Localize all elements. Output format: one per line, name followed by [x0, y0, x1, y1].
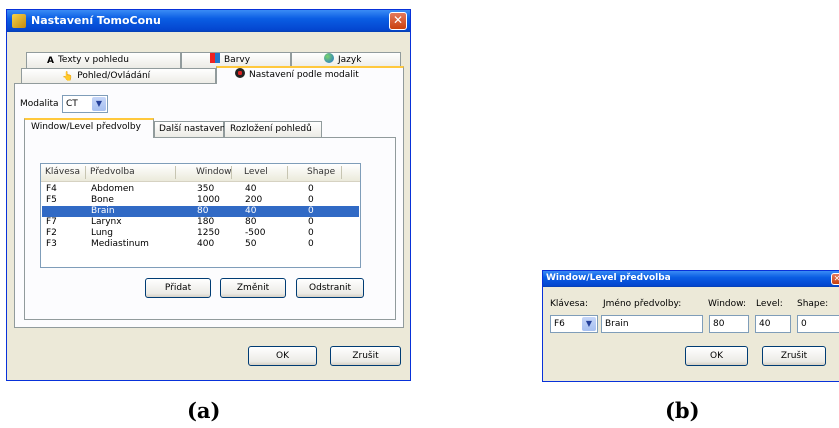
key-select[interactable]: F6 ▼: [550, 315, 598, 333]
column-header-key[interactable]: Klávesa: [45, 167, 80, 177]
chevron-down-icon: ▼: [582, 317, 596, 331]
cell-preset: Brain: [91, 206, 115, 216]
cancel-button[interactable]: Zrušit: [762, 346, 826, 366]
cell-level: 80: [245, 217, 257, 227]
table-row[interactable]: F5 Bone 1000 200 0: [42, 195, 359, 206]
preset-name-label: Jméno předvolby:: [603, 299, 682, 309]
cell-key: F4: [46, 184, 57, 194]
title-bar: Nastavení TomoConu ✕: [7, 10, 410, 32]
ok-button[interactable]: OK: [685, 346, 748, 366]
subtab-wl-presets[interactable]: Window/Level předvolby: [24, 118, 154, 138]
font-icon: A: [47, 56, 54, 66]
cell-window: 400: [197, 239, 215, 249]
cell-key: F7: [46, 217, 57, 227]
level-label: Level:: [756, 299, 783, 309]
cell-key: F3: [46, 239, 57, 249]
hand-icon: 👆: [62, 72, 74, 82]
tab-texts[interactable]: A Texty v pohledu: [26, 52, 181, 68]
cell-preset: Abdomen: [91, 184, 135, 194]
cell-level: 50: [245, 239, 257, 249]
close-icon: ✕: [392, 13, 404, 27]
tab-label: Rozložení pohledů: [230, 124, 312, 134]
cell-shape: 0: [308, 195, 314, 205]
ok-button[interactable]: OK: [248, 346, 317, 366]
cell-level: 200: [245, 195, 263, 205]
cell-shape: 0: [308, 228, 314, 238]
table-row[interactable]: F2 Lung 1250 -500 0: [42, 228, 359, 239]
tab-label: Jazyk: [338, 55, 362, 65]
tab-label: Pohled/Ovládání: [77, 71, 151, 81]
key-label: Klávesa:: [550, 299, 589, 309]
globe-icon: [324, 53, 334, 63]
close-button[interactable]: ✕: [389, 12, 407, 30]
cell-key: F5: [46, 195, 57, 205]
modality-icon: [235, 68, 245, 78]
window-label: Window:: [708, 299, 747, 309]
tab-panel: Modalita CT ▼ Window/Level předvolby Dal…: [14, 83, 404, 328]
subtab-panel: Klávesa Předvolba Window Level Shape F4 A…: [24, 137, 396, 320]
column-header-level[interactable]: Level: [244, 167, 268, 177]
cell-shape: 0: [308, 206, 314, 216]
cell-preset: Mediastinum: [91, 239, 149, 249]
modality-label: Modalita: [20, 99, 59, 109]
add-button[interactable]: Přidat: [145, 278, 211, 298]
caption-b: (b): [665, 398, 700, 423]
column-header-shape[interactable]: Shape: [307, 167, 335, 177]
settings-window: Nastavení TomoConu ✕ A Texty v pohledu Ba…: [6, 9, 411, 381]
tab-label: Nastavení podle modalit: [249, 70, 359, 80]
dialog-title: Window/Level předvolba: [546, 273, 671, 283]
tab-label: Barvy: [224, 55, 251, 65]
tab-view-control[interactable]: 👆 Pohled/Ovládání: [21, 68, 216, 84]
preset-name-field[interactable]: Brain: [601, 315, 703, 333]
change-button[interactable]: Změnit: [220, 278, 286, 298]
modality-value: CT: [66, 99, 78, 109]
presets-list[interactable]: Klávesa Předvolba Window Level Shape F4 A…: [40, 163, 361, 268]
palette-icon: [210, 53, 220, 63]
cell-preset: Larynx: [91, 217, 122, 227]
tab-label: Další nastavení: [159, 124, 229, 134]
close-icon: ✕: [833, 274, 839, 283]
table-row[interactable]: F7 Larynx 180 80 0: [42, 217, 359, 228]
cell-window: 80: [197, 206, 209, 216]
cell-level: -500: [245, 228, 266, 238]
tab-label: Texty v pohledu: [57, 55, 129, 65]
cell-window: 1000: [197, 195, 220, 205]
chevron-down-icon: ▼: [92, 97, 106, 111]
cell-level: 40: [245, 184, 257, 194]
modality-select[interactable]: CT ▼: [62, 95, 108, 113]
caption-a: (a): [187, 398, 221, 423]
shape-field[interactable]: 0: [797, 315, 839, 333]
subtab-other-settings[interactable]: Další nastavení: [154, 121, 228, 137]
cell-preset: Bone: [91, 195, 114, 205]
cell-window: 350: [197, 184, 215, 194]
column-header-window[interactable]: Window: [196, 167, 232, 177]
close-button[interactable]: ✕: [831, 273, 839, 285]
cell-preset: Lung: [91, 228, 113, 238]
key-value: F6: [554, 319, 565, 329]
tab-label: Window/Level předvolby: [31, 122, 141, 132]
cell-shape: 0: [308, 239, 314, 249]
tab-modality-settings[interactable]: Nastavení podle modalit: [216, 66, 404, 84]
cancel-button[interactable]: Zrušit: [330, 346, 401, 366]
window-field[interactable]: 80: [709, 315, 749, 333]
cell-level: 40: [245, 206, 257, 216]
cell-window: 1250: [197, 228, 220, 238]
table-row[interactable]: Brain 80 40 0: [42, 206, 359, 217]
column-header-preset[interactable]: Předvolba: [90, 167, 135, 177]
list-header: Klávesa Předvolba Window Level Shape: [41, 164, 360, 182]
cell-shape: 0: [308, 217, 314, 227]
table-row[interactable]: F3 Mediastinum 400 50 0: [42, 239, 359, 250]
shape-label: Shape:: [797, 299, 829, 309]
app-icon: [12, 14, 26, 28]
cell-window: 180: [197, 217, 215, 227]
table-row[interactable]: F4 Abdomen 350 40 0: [42, 184, 359, 195]
cell-key: F2: [46, 228, 57, 238]
level-field[interactable]: 40: [755, 315, 791, 333]
title-bar: Window/Level předvolba ✕: [543, 271, 839, 287]
cell-shape: 0: [308, 184, 314, 194]
window-title: Nastavení TomoConu: [31, 14, 161, 27]
remove-button[interactable]: Odstranit: [296, 278, 364, 298]
subtab-view-layout[interactable]: Rozložení pohledů: [224, 121, 322, 137]
preset-edit-dialog: Window/Level předvolba ✕ Klávesa: Jméno …: [542, 270, 839, 382]
